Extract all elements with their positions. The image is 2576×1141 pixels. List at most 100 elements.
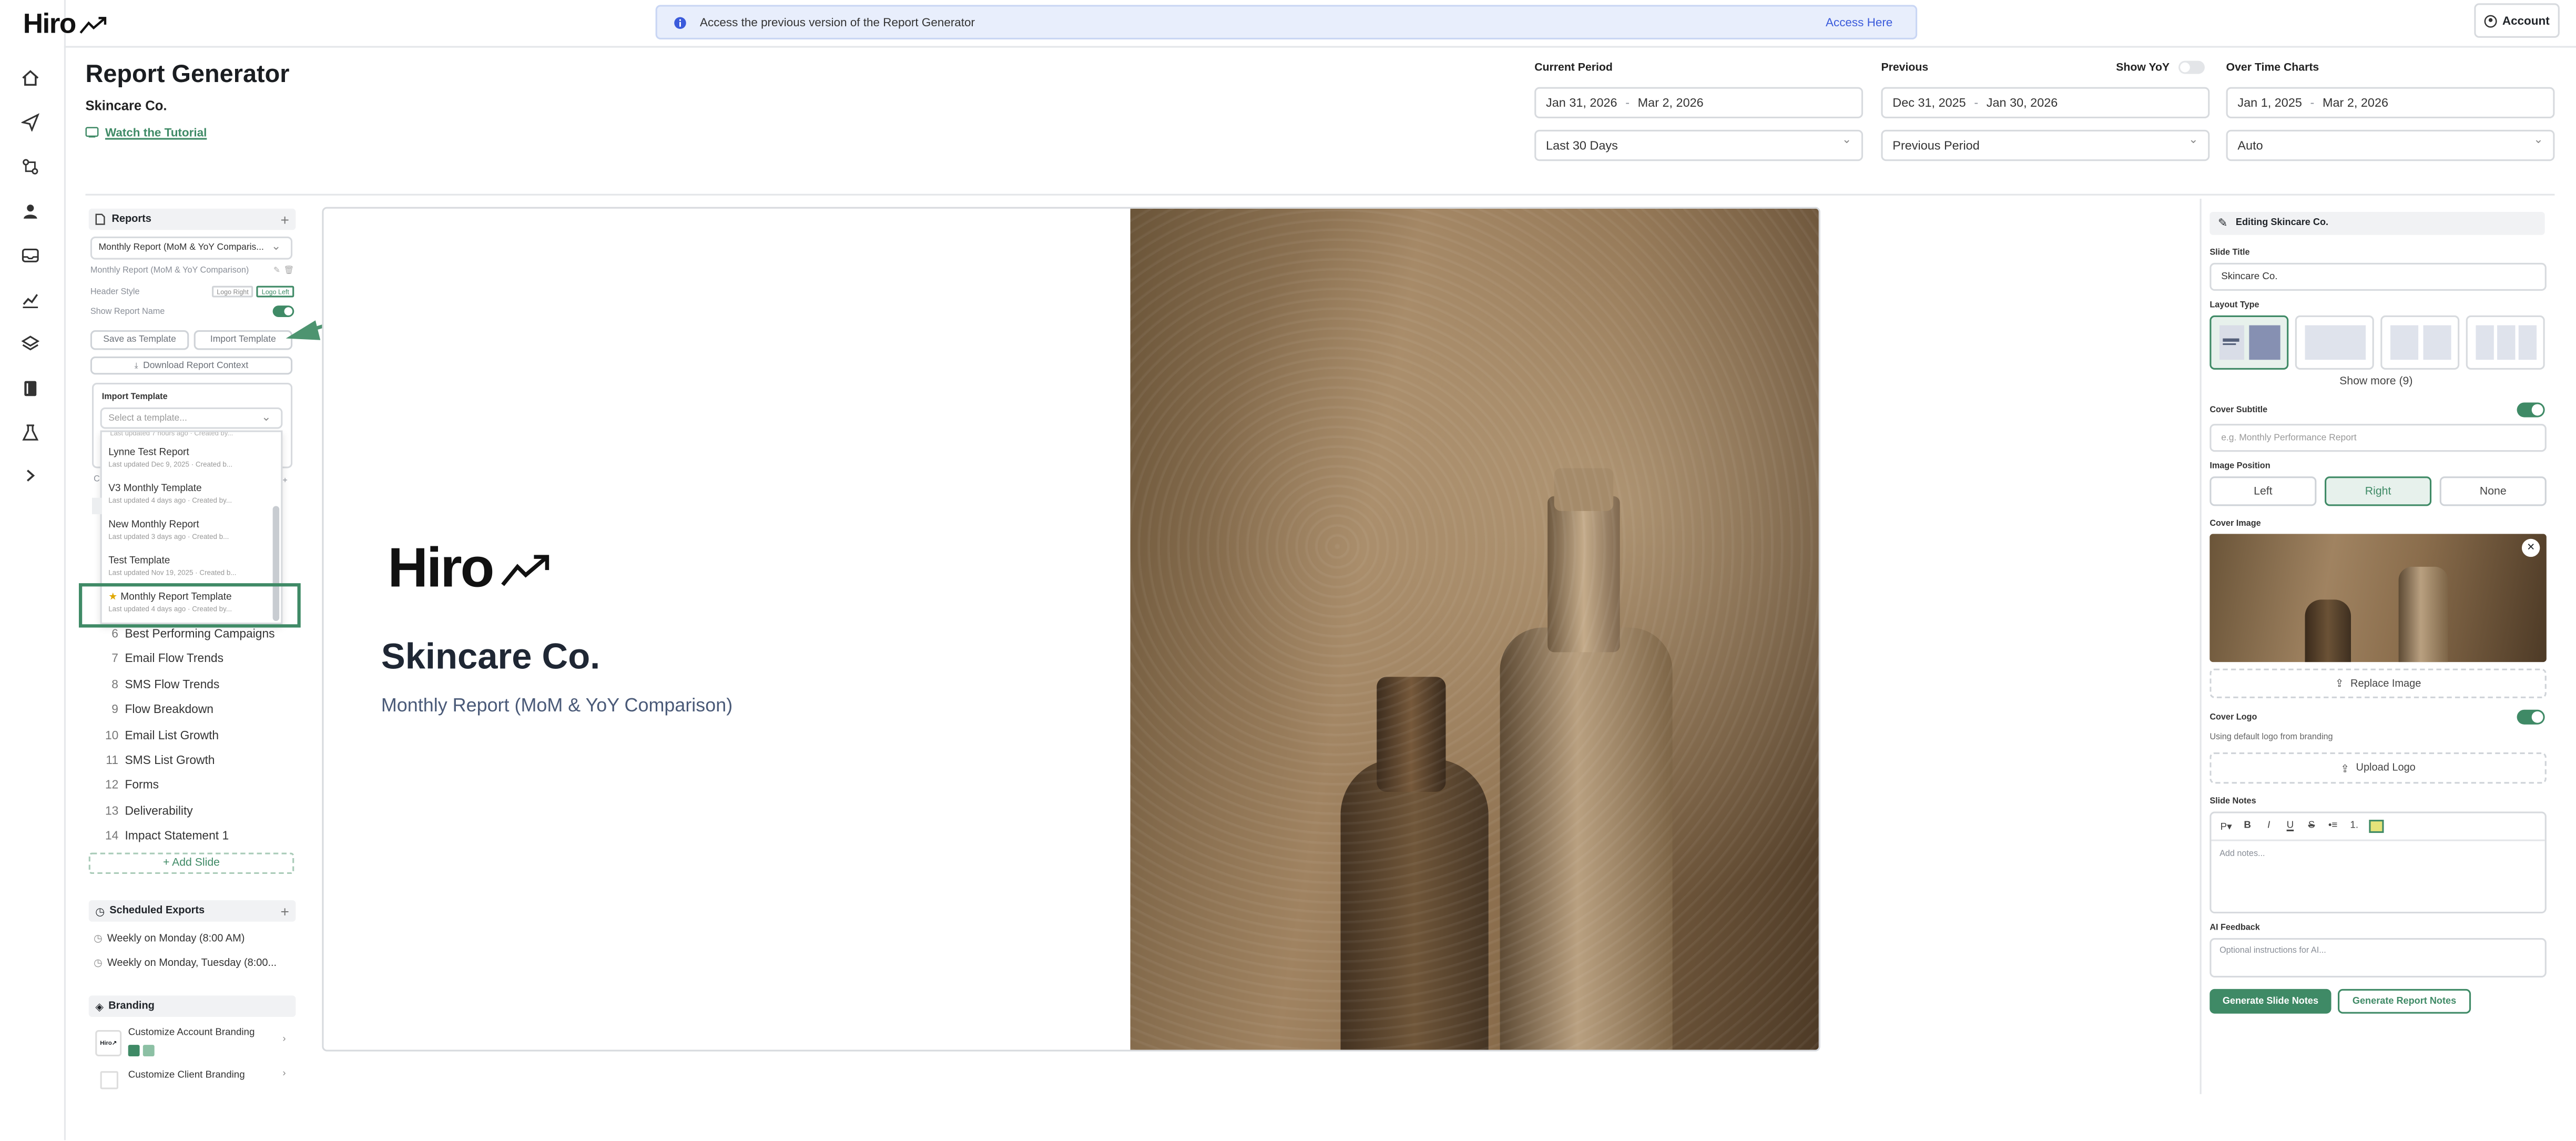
slide-list-item[interactable]: 8 SMS Flow Trends (105, 677, 219, 691)
slide-list-item[interactable]: 9 Flow Breakdown (105, 702, 213, 717)
chart-icon[interactable] (22, 291, 39, 309)
overtime-preset-select[interactable]: Auto (2226, 129, 2555, 161)
highlight-box (78, 583, 301, 628)
generate-report-notes-button[interactable]: Generate Report Notes (2338, 989, 2471, 1014)
cover-subtitle-input[interactable]: e.g. Monthly Performance Report (2210, 424, 2547, 452)
template-option[interactable]: Lynne Test Report Last updated Dec 9, 20… (108, 447, 266, 468)
layout-option[interactable] (2295, 315, 2374, 370)
send-icon[interactable] (21, 113, 39, 131)
schedule-item[interactable]: ◷ Weekly on Monday, Tuesday (8:00... (94, 958, 277, 970)
replace-image-label: Replace Image (2350, 677, 2421, 689)
header-style-row: Header Style Logo Right Logo Left (90, 286, 294, 298)
brand-logo[interactable]: Hiro (23, 8, 108, 41)
flows-icon[interactable] (22, 158, 39, 176)
template-option[interactable]: Test Template Last updated Nov 19, 2025 … (108, 555, 266, 577)
download-context-button[interactable]: ⤓ Download Report Context (90, 356, 293, 375)
slide-list-item[interactable]: 11 SMS List Growth (105, 752, 215, 767)
current-preset-select[interactable]: Last 30 Days (1534, 129, 1864, 161)
layout-option[interactable] (2466, 315, 2545, 370)
inbox-icon[interactable] (22, 247, 39, 264)
scheduled-header: ◷ Scheduled Exports + (88, 900, 296, 922)
ordered-list-button[interactable]: 1. (2346, 818, 2363, 834)
slide-list-item[interactable]: 12 Forms (105, 778, 159, 792)
slide-list-item[interactable]: 7 Email Flow Trends (105, 651, 223, 666)
strike-button[interactable]: S (2303, 818, 2319, 834)
show-more-layouts[interactable]: Show more (9) (2339, 376, 2412, 388)
brand-swatch (128, 1045, 140, 1056)
page-title: Report Generator (85, 60, 290, 89)
add-schedule-icon[interactable]: + (280, 903, 289, 919)
current-date-range[interactable]: Jan 31, 2026 - Mar 2, 2026 (1534, 87, 1864, 118)
download-context-label: Download Report Context (143, 360, 249, 371)
bullet-list-button[interactable]: •≡ (2325, 818, 2341, 834)
generate-slide-notes-button[interactable]: Generate Slide Notes (2210, 989, 2331, 1014)
logo-right-option[interactable]: Logo Right (211, 286, 254, 298)
add-report-icon[interactable]: + (280, 211, 289, 227)
remove-image-button[interactable]: ✕ (2521, 538, 2540, 557)
slide-name: Deliverability (125, 803, 193, 818)
reports-title: Reports (111, 213, 151, 226)
layout-option-selected[interactable] (2210, 315, 2289, 370)
cover-subtitle-toggle[interactable] (2517, 402, 2545, 417)
current-start: Jan 31, 2026 (1546, 95, 1617, 110)
slide-number: 6 (111, 626, 118, 641)
show-report-name-label: Show Report Name (90, 306, 165, 317)
banner-link[interactable]: Access Here (1826, 15, 1892, 29)
upload-logo-button[interactable]: ⇪ Upload Logo (2210, 752, 2547, 784)
overtime-date-range[interactable]: Jan 1, 2025 - Mar 2, 2026 (2226, 87, 2555, 118)
replace-image-button[interactable]: ⇪ Replace Image (2210, 668, 2547, 698)
report-select[interactable]: Monthly Report (MoM & YoY Comparis... (90, 236, 293, 260)
slide-name: Flow Breakdown (125, 701, 214, 717)
slide-list-item[interactable]: 14 Impact Statement 1 (105, 828, 229, 843)
bold-button[interactable]: B (2239, 818, 2256, 834)
slide-list-item[interactable]: 6 Best Performing Campaigns (105, 626, 274, 641)
template-option-name: Test Template (108, 555, 170, 567)
slide-preview[interactable]: Hiro Skincare Co. Monthly Report (MoM & … (322, 207, 1820, 1052)
slide-name: Forms (125, 778, 159, 793)
save-template-button[interactable]: Save as Template (90, 330, 189, 350)
report-name: Monthly Report (MoM & YoY Comparison) (90, 266, 249, 276)
schedule-item-label: Weekly on Monday (8:00 AM) (107, 933, 245, 945)
template-option-meta: Last updated Nov 19, 2025 · Created b... (108, 568, 237, 577)
clock-icon: ◷ (94, 959, 103, 970)
previous-preset-select[interactable]: Previous Period (1881, 129, 2210, 161)
template-option-meta: Last updated 4 days ago · Created by... (108, 496, 232, 505)
date-sep: - (2310, 95, 2315, 110)
highlight-icon[interactable] (2367, 818, 2384, 834)
import-template-button[interactable]: Import Template (194, 330, 293, 350)
upload-icon: ⇪ (2340, 763, 2350, 775)
layers-icon[interactable] (21, 335, 39, 353)
account-branding-item[interactable]: Hiro↗ Customize Account Branding › (92, 1025, 292, 1062)
paragraph-style-button[interactable]: P▾ (2218, 818, 2234, 834)
home-icon[interactable] (22, 69, 39, 87)
yoy-toggle[interactable] (2177, 60, 2204, 74)
template-option[interactable]: V3 Monthly Template Last updated 4 days … (108, 483, 266, 505)
add-slide-button[interactable]: + Add Slide (88, 852, 294, 874)
underline-button[interactable]: U (2282, 818, 2298, 834)
schedule-item[interactable]: ◷ Weekly on Monday (8:00 AM) (94, 933, 245, 945)
notes-editor[interactable]: P▾ B I U S •≡ 1. Add notes... (2210, 811, 2547, 914)
account-button[interactable]: Account (2474, 3, 2560, 38)
slide-name: Impact Statement 1 (125, 828, 229, 843)
client-branding-item[interactable]: Customize Client Branding › (92, 1068, 292, 1091)
slide-list-item[interactable]: 13 Deliverability (105, 803, 193, 818)
image-position-left[interactable]: Left (2210, 476, 2317, 506)
flask-icon[interactable] (22, 424, 39, 442)
slide-list-item[interactable]: 10 Email List Growth (105, 727, 219, 742)
slide-title-input[interactable]: Skincare Co. (2210, 262, 2547, 291)
italic-button[interactable]: I (2261, 818, 2277, 834)
previous-date-range[interactable]: Dec 31, 2025 - Jan 30, 2026 (1881, 87, 2210, 118)
layout-option[interactable] (2380, 315, 2460, 370)
image-position-none[interactable]: None (2439, 476, 2547, 506)
date-sep: - (1625, 95, 1630, 110)
template-select-placeholder: Select a template... (108, 413, 187, 423)
person-icon[interactable] (22, 202, 39, 220)
image-position-right[interactable]: Right (2325, 476, 2432, 506)
chevron-right-icon[interactable] (23, 468, 38, 483)
template-select[interactable]: Select a template... (100, 407, 283, 429)
cover-logo-toggle[interactable] (2517, 709, 2545, 725)
ai-feedback-input[interactable]: Optional instructions for AI... (2210, 938, 2547, 978)
tutorial-link[interactable]: Watch the Tutorial (85, 125, 207, 140)
book-icon[interactable] (22, 380, 39, 398)
template-option[interactable]: New Monthly Report Last updated 3 days a… (108, 519, 266, 541)
